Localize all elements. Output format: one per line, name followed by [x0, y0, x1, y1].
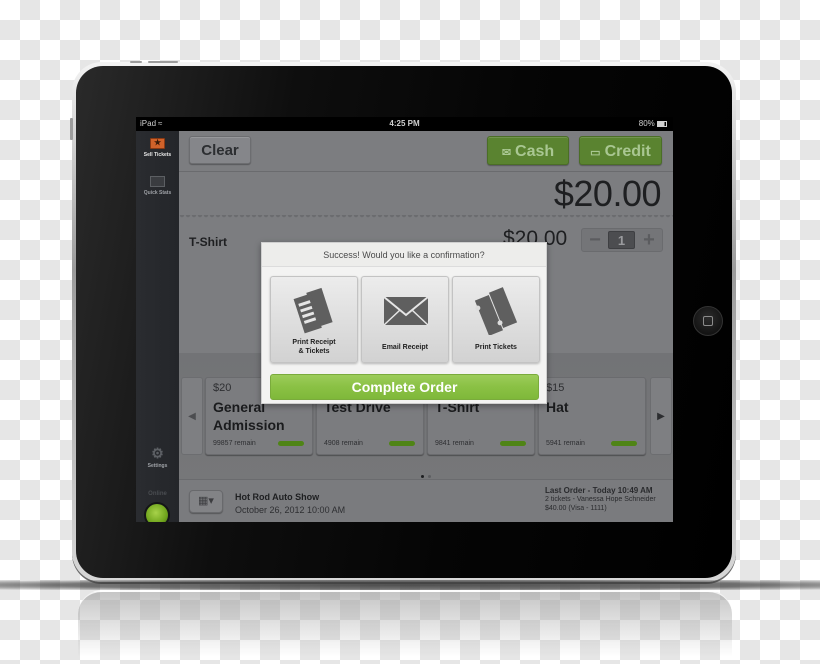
complete-order-button[interactable]: Complete Order	[270, 374, 539, 400]
gear-icon: ⚙	[151, 445, 164, 461]
last-order-summary[interactable]: Last Order - Today 10:49 AM 2 tickets - …	[545, 486, 656, 513]
cash-button[interactable]: ✉ Cash	[487, 136, 569, 165]
clear-button[interactable]: Clear	[189, 136, 251, 164]
sidebar-item-quick-stats[interactable]: Quick Stats	[136, 176, 179, 196]
dialog-title: Success! Would you like a confirmation?	[262, 243, 546, 267]
product-remaining: 4908 remain	[324, 440, 363, 447]
print-tickets-button[interactable]: Print Tickets	[452, 276, 540, 363]
event-date: October 26, 2012 10:00 AM	[235, 505, 346, 515]
stock-bar	[389, 441, 415, 446]
quantity-stepper: − 1 +	[581, 228, 663, 252]
status-bar: iPad ≈ 4:25 PM 80%	[136, 117, 673, 131]
sidebar-item-settings[interactable]: ⚙ Settings	[136, 446, 179, 469]
online-label: Online	[148, 491, 167, 497]
quantity-value[interactable]: 1	[608, 231, 635, 249]
last-order-amount: $40.00 (Visa - 1111)	[545, 505, 607, 512]
product-price: $20	[213, 382, 232, 394]
print-receipt-and-tickets-button[interactable]: Print Receipt & Tickets	[270, 276, 358, 363]
sidebar-item-sell-tickets[interactable]: Sell Tickets	[136, 138, 179, 158]
credit-label: Credit	[604, 143, 651, 160]
last-order-title: Last Order - Today 10:49 AM	[545, 486, 653, 495]
device-reflection	[78, 590, 732, 664]
sleep-button	[130, 61, 142, 63]
cash-label: Cash	[515, 143, 555, 160]
sidebar-item-label: Quick Stats	[143, 190, 172, 196]
tickets-icon	[474, 287, 518, 335]
volume-rocker	[148, 61, 178, 63]
envelope-icon	[383, 296, 429, 326]
credit-button[interactable]: ▭ Credit	[579, 136, 662, 165]
receipt-tear-edge	[179, 215, 673, 221]
decrement-button[interactable]: −	[584, 229, 606, 251]
option-label: Print Receipt & Tickets	[271, 338, 357, 356]
order-total: $20.00	[553, 173, 662, 214]
email-receipt-button[interactable]: Email Receipt	[361, 276, 449, 363]
battery-icon	[657, 120, 667, 127]
page-dot[interactable]	[428, 475, 431, 478]
product-name: Hat	[546, 399, 569, 415]
battery-indicator: 80%	[639, 117, 667, 131]
stock-bar	[611, 441, 637, 446]
online-status-indicator[interactable]	[144, 502, 170, 522]
toolbar-divider	[179, 171, 673, 172]
next-page-button[interactable]: ▶	[650, 377, 672, 455]
last-order-details: 2 tickets - Vanessa Hope Schneider	[545, 496, 656, 503]
home-button[interactable]	[693, 306, 723, 336]
increment-button[interactable]: +	[638, 229, 660, 251]
sidebar-item-label: Settings	[147, 463, 168, 469]
confirmation-dialog: Success! Would you like a confirmation? …	[261, 242, 547, 404]
receipt-tickets-icon	[293, 287, 333, 334]
chart-icon	[150, 176, 165, 187]
sidebar: Sell Tickets Quick Stats ⚙ Settings Onli…	[136, 131, 179, 522]
product-remaining: 9841 remain	[435, 440, 474, 447]
option-label-line1: Print Receipt	[292, 339, 336, 346]
product-remaining: 5941 remain	[546, 440, 585, 447]
stock-bar	[500, 441, 526, 446]
option-label-line2: & Tickets	[298, 348, 330, 355]
status-time: 4:25 PM	[389, 119, 420, 128]
option-label: Print Tickets	[475, 344, 517, 351]
page-dot-active[interactable]	[421, 475, 424, 478]
event-name: Hot Rod Auto Show	[235, 492, 320, 502]
event-footer: ▦▾ Hot Rod Auto Show October 26, 2012 10…	[179, 479, 673, 522]
line-item-name: T-Shirt	[189, 235, 227, 249]
calendar-icon: ▦▾	[198, 495, 214, 507]
home-square-icon	[703, 316, 713, 326]
product-price: $15	[546, 382, 565, 394]
cash-icon: ✉	[501, 147, 512, 159]
credit-card-icon: ▭	[590, 147, 601, 159]
calendar-dropdown-button[interactable]: ▦▾	[189, 490, 223, 513]
option-label: Email Receipt	[382, 344, 428, 351]
volume-button	[70, 118, 73, 140]
sidebar-item-label: Sell Tickets	[143, 152, 172, 158]
stock-bar	[278, 441, 304, 446]
tickets-icon	[150, 138, 165, 149]
product-remaining: 99857 remain	[213, 440, 256, 447]
battery-percent: 80%	[638, 119, 655, 128]
previous-page-button[interactable]: ◀	[181, 377, 203, 455]
device-shadow	[0, 580, 820, 590]
product-card[interactable]: $15 Hat 5941 remain	[538, 377, 646, 455]
